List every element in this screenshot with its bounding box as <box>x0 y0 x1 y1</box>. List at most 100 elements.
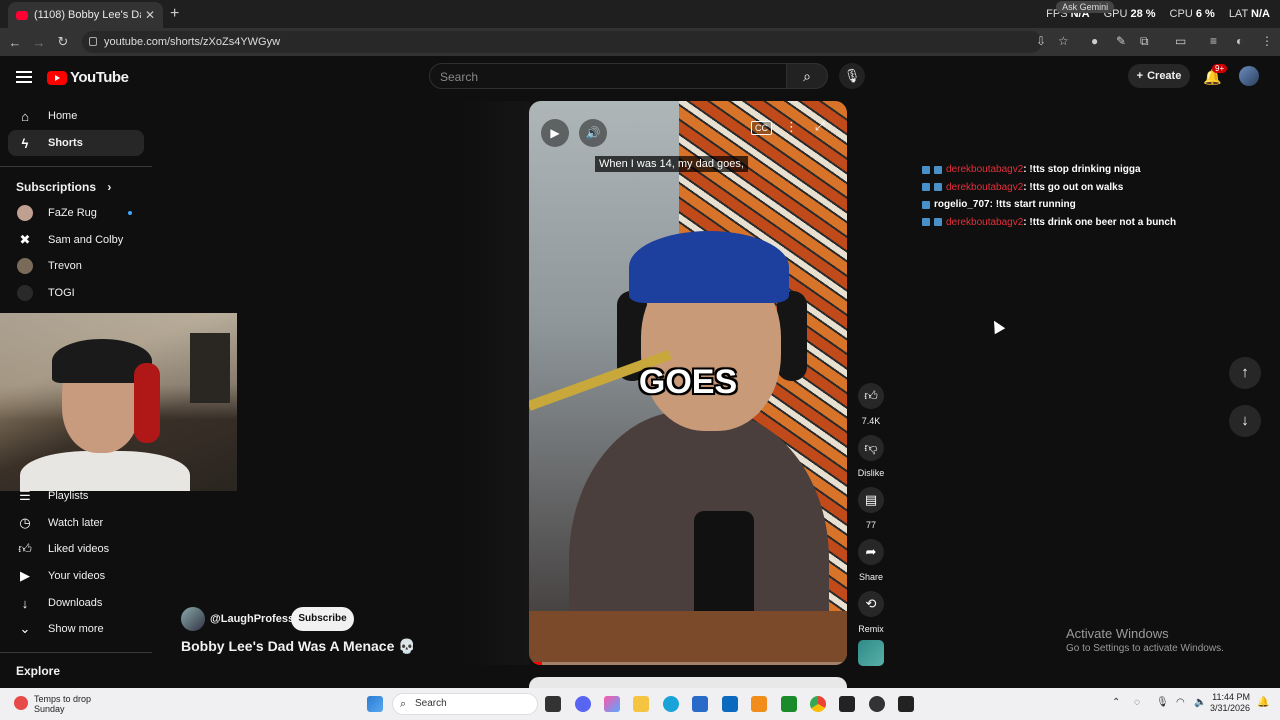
wifi-icon[interactable]: ◠ <box>1176 697 1185 708</box>
store-icon[interactable] <box>692 696 708 712</box>
bookmark-star-icon[interactable]: ☆ <box>1058 34 1069 48</box>
sidebar-sub-faze-rug[interactable]: FaZe Rug <box>8 200 144 226</box>
sidepanel-icon[interactable]: ▭ <box>1175 34 1186 48</box>
watermark-title: Activate Windows <box>1066 626 1169 641</box>
windows-start-icon[interactable] <box>367 696 383 712</box>
discord-icon[interactable] <box>575 696 591 712</box>
captions-button[interactable]: CC <box>751 121 772 135</box>
dislike-action[interactable]: 👎︎ Dislike <box>858 435 884 478</box>
chat-username: rogelio_707 <box>934 199 990 211</box>
task-view-icon[interactable] <box>545 696 561 712</box>
epic-games-icon[interactable] <box>839 696 855 712</box>
subscriptions-heading[interactable]: Subscriptions › <box>16 180 111 194</box>
channel-avatar <box>17 285 33 301</box>
comments-action[interactable]: ▤ 77 <box>858 487 884 530</box>
file-explorer-icon[interactable] <box>633 696 649 712</box>
sidebar-item-watch-later[interactable]: ◷ Watch later <box>8 510 144 536</box>
video-big-caption: GOES <box>638 363 738 401</box>
sidebar-item-your-videos[interactable]: ▶ Your videos <box>8 563 144 589</box>
chat-badge-icon <box>934 183 942 192</box>
xbox-icon[interactable] <box>781 696 797 712</box>
sidebar-item-show-more[interactable]: ⌄ Show more <box>8 616 144 642</box>
copilot-icon[interactable] <box>604 696 620 712</box>
sidebar-sub-sam-and-colby[interactable]: ✖ Sam and Colby <box>8 227 144 253</box>
taskbar-search[interactable]: ⌕ Search <box>392 693 538 715</box>
volume-button[interactable]: 🔊 <box>579 119 607 147</box>
weather-line-1: Temps to drop <box>34 694 92 704</box>
audio-source-thumbnail[interactable] <box>858 640 884 666</box>
reload-icon[interactable]: ↻ <box>51 34 75 50</box>
sidebar-item-label: Trevon <box>48 260 82 272</box>
share-icon: ➦ <box>858 539 884 565</box>
address-bar[interactable]: youtube.com/shorts/zXoZs4YWGyw <box>82 31 1042 53</box>
hamburger-menu-icon[interactable] <box>16 71 32 83</box>
tray-mic-icon[interactable]: 🎙 <box>1156 697 1169 708</box>
reading-list-icon[interactable]: ≡ <box>1210 34 1217 48</box>
chat-message: derekboutabagv2 : !tts stop drinking nig… <box>920 161 1280 179</box>
back-icon[interactable]: ← <box>3 35 27 50</box>
browser-tab[interactable]: (1108) Bobby Lee's Dad Was A Menace ✕ <box>8 2 163 28</box>
extension-color-icon[interactable]: ● <box>1091 34 1098 48</box>
chrome-icon[interactable] <box>810 696 826 712</box>
new-tab-icon[interactable]: + <box>170 5 179 23</box>
notification-center-icon[interactable]: 🔔 <box>1257 697 1269 708</box>
vlc-icon[interactable] <box>751 696 767 712</box>
site-info-icon[interactable] <box>89 37 97 46</box>
tray-app-icon[interactable]: ◌ <box>1134 697 1140 708</box>
install-icon[interactable]: ⇩ <box>1036 34 1046 48</box>
extension-icon[interactable]: ✎ <box>1116 34 1126 48</box>
sidebar-item-downloads[interactable]: ↓ Downloads <box>8 590 144 616</box>
app-icon[interactable] <box>869 696 885 712</box>
performance-overlay: Ask Gemini FPS N/A GPU 28 % CPU 6 % LAT … <box>1046 1 1270 20</box>
tray-overflow-icon[interactable]: ⌃ <box>1112 697 1120 708</box>
volume-icon[interactable]: 🔈 <box>1194 697 1206 708</box>
new-content-dot <box>128 211 132 215</box>
next-short-button[interactable]: ↓ <box>1229 405 1261 437</box>
subscribe-button[interactable]: Subscribe <box>291 607 354 631</box>
menu-dots-icon[interactable]: ⋮ <box>1261 34 1273 48</box>
sidebar-sub-trevon[interactable]: Trevon <box>8 253 144 279</box>
ask-gemini-button[interactable]: Ask Gemini <box>1056 1 1115 13</box>
sidebar-item-label: Your videos <box>48 570 106 582</box>
chat-text: : !tts drink one beer not a bunch <box>1023 216 1177 228</box>
sidebar-item-label: Sam and Colby <box>48 234 124 246</box>
share-action[interactable]: ➦ Share <box>858 539 884 582</box>
remix-icon: ⟲ <box>858 591 884 617</box>
forward-icon[interactable]: → <box>27 35 51 50</box>
fullscreen-icon[interactable]: ⤢ <box>815 119 825 134</box>
voice-search-button[interactable]: 🎙 <box>839 63 865 89</box>
video-progress-bar[interactable] <box>529 662 847 665</box>
profile-icon[interactable]: ◐ <box>1236 34 1243 48</box>
shorts-icon: ϟ <box>21 135 29 151</box>
sidebar-item-liked-videos[interactable]: 👍︎ Liked videos <box>8 536 144 562</box>
like-action[interactable]: 👍︎ 7.4K <box>858 383 884 426</box>
search-input[interactable]: Search <box>429 63 787 89</box>
windows-taskbar: Temps to drop Sunday ⌕ Search ⌃ ◌ 🎙 ◠ 🔈 … <box>0 688 1280 720</box>
sidebar-item-playlists[interactable]: ☰ Playlists <box>8 483 144 509</box>
outlook-icon[interactable] <box>722 696 738 712</box>
epic-icon[interactable] <box>898 696 914 712</box>
more-options-icon[interactable]: ⋮ <box>785 119 798 135</box>
sidebar-sub-togi[interactable]: TOGI <box>8 280 144 306</box>
edge-icon[interactable] <box>663 696 679 712</box>
clock[interactable]: 11:44 PM 3/31/2026 <box>1210 692 1250 714</box>
close-tab-icon[interactable]: ✕ <box>145 8 155 22</box>
search-button[interactable]: ⌕ <box>786 63 828 89</box>
previous-short-button[interactable]: ↑ <box>1229 357 1261 389</box>
extensions-puzzle-icon[interactable]: ⧉ <box>1140 34 1149 49</box>
play-button[interactable]: ▶ <box>541 119 569 147</box>
create-button[interactable]: + Create <box>1128 64 1190 88</box>
notifications-button[interactable]: 🔔 9+ <box>1203 64 1228 86</box>
account-avatar[interactable] <box>1239 66 1259 86</box>
download-icon: ↓ <box>21 595 29 611</box>
webcam-shelf <box>190 333 230 403</box>
remix-action[interactable]: ⟲ Remix <box>858 591 884 634</box>
sidebar-divider <box>0 652 152 653</box>
clock-time: 11:44 PM <box>1212 692 1250 702</box>
weather-widget[interactable]: Temps to drop Sunday <box>14 694 91 714</box>
channel-avatar[interactable] <box>181 607 205 631</box>
shorts-video-player[interactable]: ▶ 🔊 CC ⋮ ⤢ When I was 14, my dad goes, G… <box>529 101 847 665</box>
sidebar-item-home[interactable]: ⌂ Home <box>8 103 144 129</box>
sidebar-item-shorts[interactable]: ϟ Shorts <box>8 130 144 156</box>
youtube-logo[interactable]: YouTube <box>47 69 129 86</box>
